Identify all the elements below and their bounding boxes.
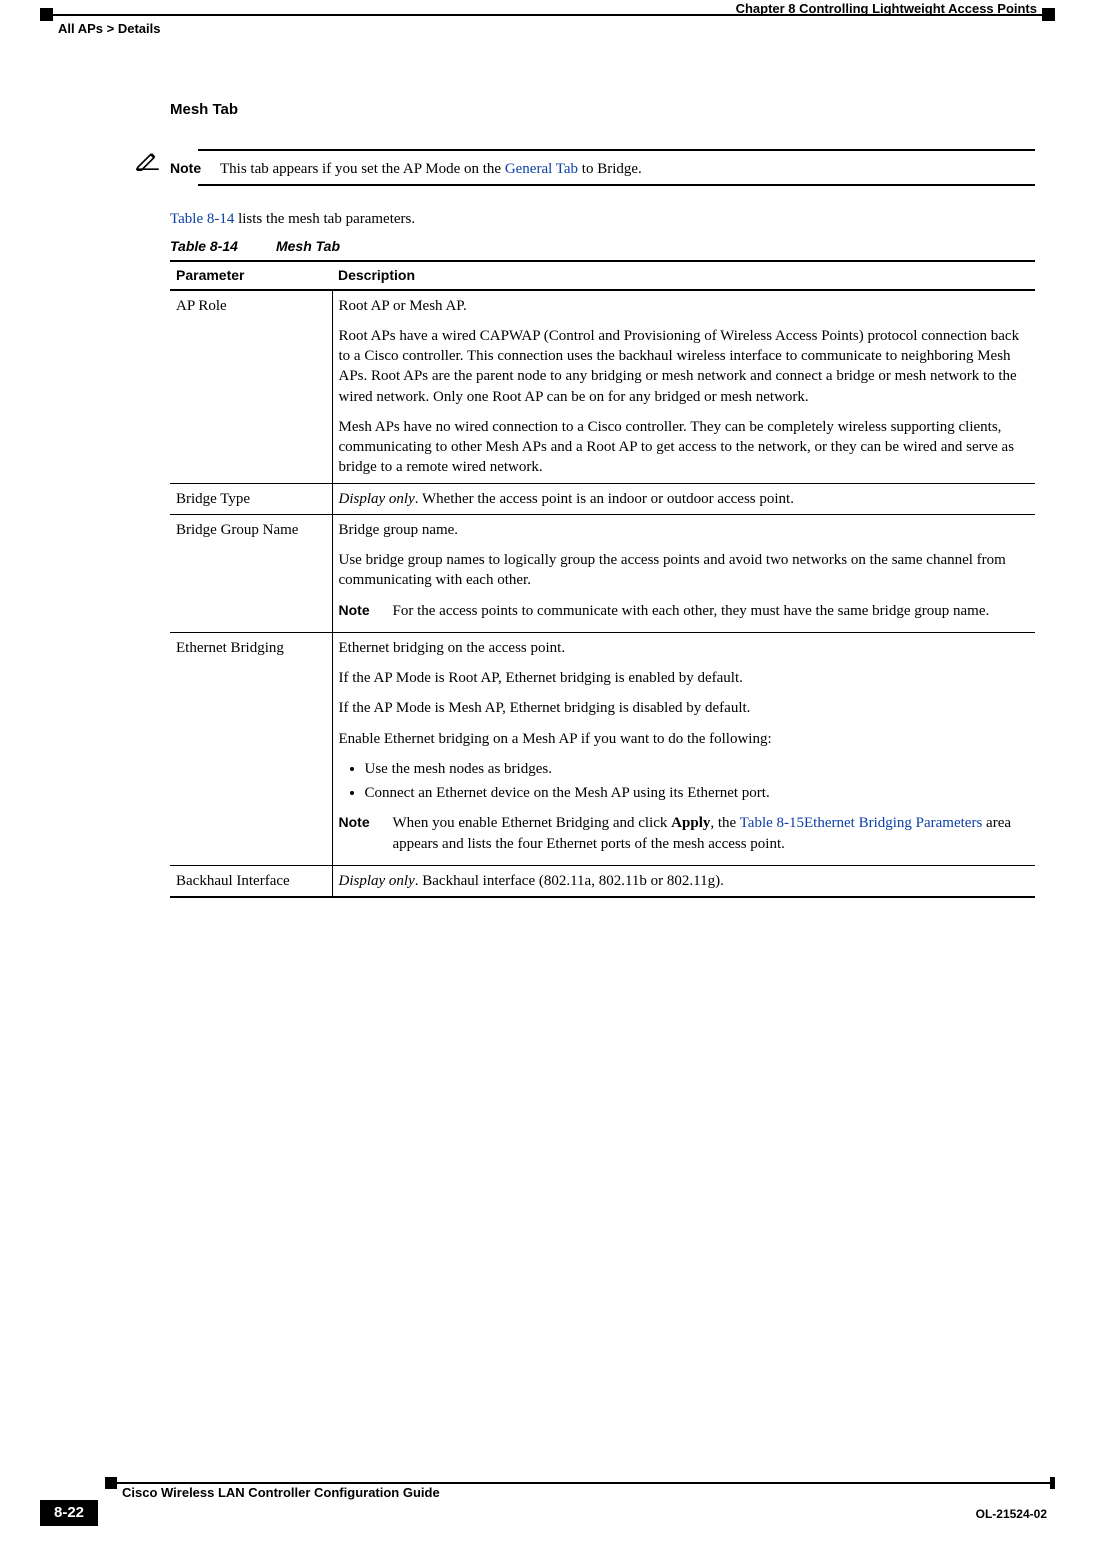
note-text: This tab appears if you set the AP Mode … bbox=[220, 156, 642, 179]
general-tab-link[interactable]: General Tab bbox=[505, 161, 578, 177]
row-note: Note When you enable Ethernet Bridging a… bbox=[339, 813, 1030, 854]
param-backhaul-interface: Backhaul Interface bbox=[170, 865, 332, 897]
breadcrumb: All APs > Details bbox=[58, 20, 160, 38]
desc-text: . Backhaul interface (802.11a, 802.11b o… bbox=[415, 873, 724, 889]
desc-text: Bridge group name. bbox=[339, 520, 1030, 540]
page-header: Chapter 8 Controlling Lightweight Access… bbox=[0, 0, 1095, 40]
display-only-emph: Display only bbox=[339, 873, 415, 889]
intro-paragraph: Table 8-14 lists the mesh tab parameters… bbox=[170, 209, 1035, 229]
document-number: OL-21524-02 bbox=[976, 1506, 1047, 1522]
note-text-pre: When you enable Ethernet Bridging and cl… bbox=[393, 815, 672, 831]
guide-title: Cisco Wireless LAN Controller Configurat… bbox=[122, 1484, 440, 1502]
desc-bridge-group-name: Bridge group name. Use bridge group name… bbox=[332, 514, 1035, 632]
display-only-emph: Display only bbox=[339, 491, 415, 507]
row-note: Note For the access points to communicat… bbox=[339, 601, 1030, 621]
desc-text: If the AP Mode is Mesh AP, Ethernet brid… bbox=[339, 698, 1030, 718]
note-text-suffix: to Bridge. bbox=[578, 161, 642, 177]
table-row: Bridge Type Display only. Whether the ac… bbox=[170, 483, 1035, 514]
apply-label: Apply bbox=[671, 815, 710, 831]
chapter-title: Chapter 8 Controlling Lightweight Access… bbox=[736, 0, 1037, 18]
page-content: Mesh Tab Note This tab appears if you se… bbox=[170, 100, 1035, 898]
table-row: Backhaul Interface Display only. Backhau… bbox=[170, 865, 1035, 897]
header-marker-right bbox=[1042, 8, 1055, 21]
note-text-prefix: This tab appears if you set the AP Mode … bbox=[220, 161, 505, 177]
footer-marker-right bbox=[1050, 1477, 1055, 1489]
footer-marker-left bbox=[105, 1477, 117, 1489]
column-header-description: Description bbox=[332, 261, 1035, 290]
desc-bridge-type: Display only. Whether the access point i… bbox=[332, 483, 1035, 514]
bullet-list: Use the mesh nodes as bridges. Connect a… bbox=[351, 759, 1030, 804]
table-row: Ethernet Bridging Ethernet bridging on t… bbox=[170, 632, 1035, 865]
page-footer: Cisco Wireless LAN Controller Configurat… bbox=[0, 1482, 1095, 1528]
param-ap-role: AP Role bbox=[170, 290, 332, 484]
note-label: Note bbox=[339, 813, 393, 854]
desc-text: If the AP Mode is Root AP, Ethernet brid… bbox=[339, 668, 1030, 688]
desc-ethernet-bridging: Ethernet bridging on the access point. I… bbox=[332, 632, 1035, 865]
note-callout: Note This tab appears if you set the AP … bbox=[136, 144, 1035, 190]
desc-text: . Whether the access point is an indoor … bbox=[415, 491, 794, 507]
section-title: Mesh Tab bbox=[170, 100, 1035, 120]
table-caption-number: Table 8-14 bbox=[170, 238, 276, 254]
table-8-15-link[interactable]: Table 8-15Ethernet Bridging Parameters bbox=[740, 815, 983, 831]
note-text-mid: , the bbox=[710, 815, 739, 831]
desc-text: Root APs have a wired CAPWAP (Control an… bbox=[339, 326, 1030, 407]
note-text: When you enable Ethernet Bridging and cl… bbox=[393, 813, 1030, 854]
desc-text: Mesh APs have no wired connection to a C… bbox=[339, 417, 1030, 478]
desc-text: Enable Ethernet bridging on a Mesh AP if… bbox=[339, 729, 1030, 749]
param-ethernet-bridging: Ethernet Bridging bbox=[170, 632, 332, 865]
table-ref-link[interactable]: Table 8-14 bbox=[170, 211, 234, 227]
mesh-tab-table: Parameter Description AP Role Root AP or… bbox=[170, 260, 1035, 898]
list-item: Use the mesh nodes as bridges. bbox=[365, 759, 1030, 779]
table-row: Bridge Group Name Bridge group name. Use… bbox=[170, 514, 1035, 632]
intro-rest: lists the mesh tab parameters. bbox=[234, 211, 415, 227]
table-row: AP Role Root AP or Mesh AP. Root APs hav… bbox=[170, 290, 1035, 484]
column-header-parameter: Parameter bbox=[170, 261, 332, 290]
note-text: For the access points to communicate wit… bbox=[393, 601, 1030, 621]
desc-ap-role: Root AP or Mesh AP. Root APs have a wire… bbox=[332, 290, 1035, 484]
list-item: Connect an Ethernet device on the Mesh A… bbox=[365, 783, 1030, 803]
pencil-icon bbox=[136, 149, 164, 177]
param-bridge-group-name: Bridge Group Name bbox=[170, 514, 332, 632]
header-marker-left bbox=[40, 8, 53, 21]
note-label: Note bbox=[339, 601, 393, 621]
param-bridge-type: Bridge Type bbox=[170, 483, 332, 514]
note-label: Note bbox=[164, 156, 220, 179]
desc-text: Root AP or Mesh AP. bbox=[339, 296, 1030, 316]
desc-text: Use bridge group names to logically grou… bbox=[339, 550, 1030, 591]
table-caption-title: Mesh Tab bbox=[276, 238, 340, 254]
page-number: 8-22 bbox=[40, 1500, 98, 1526]
desc-text: Ethernet bridging on the access point. bbox=[339, 638, 1030, 658]
desc-backhaul-interface: Display only. Backhaul interface (802.11… bbox=[332, 865, 1035, 897]
table-caption: Table 8-14Mesh Tab bbox=[170, 237, 1035, 256]
